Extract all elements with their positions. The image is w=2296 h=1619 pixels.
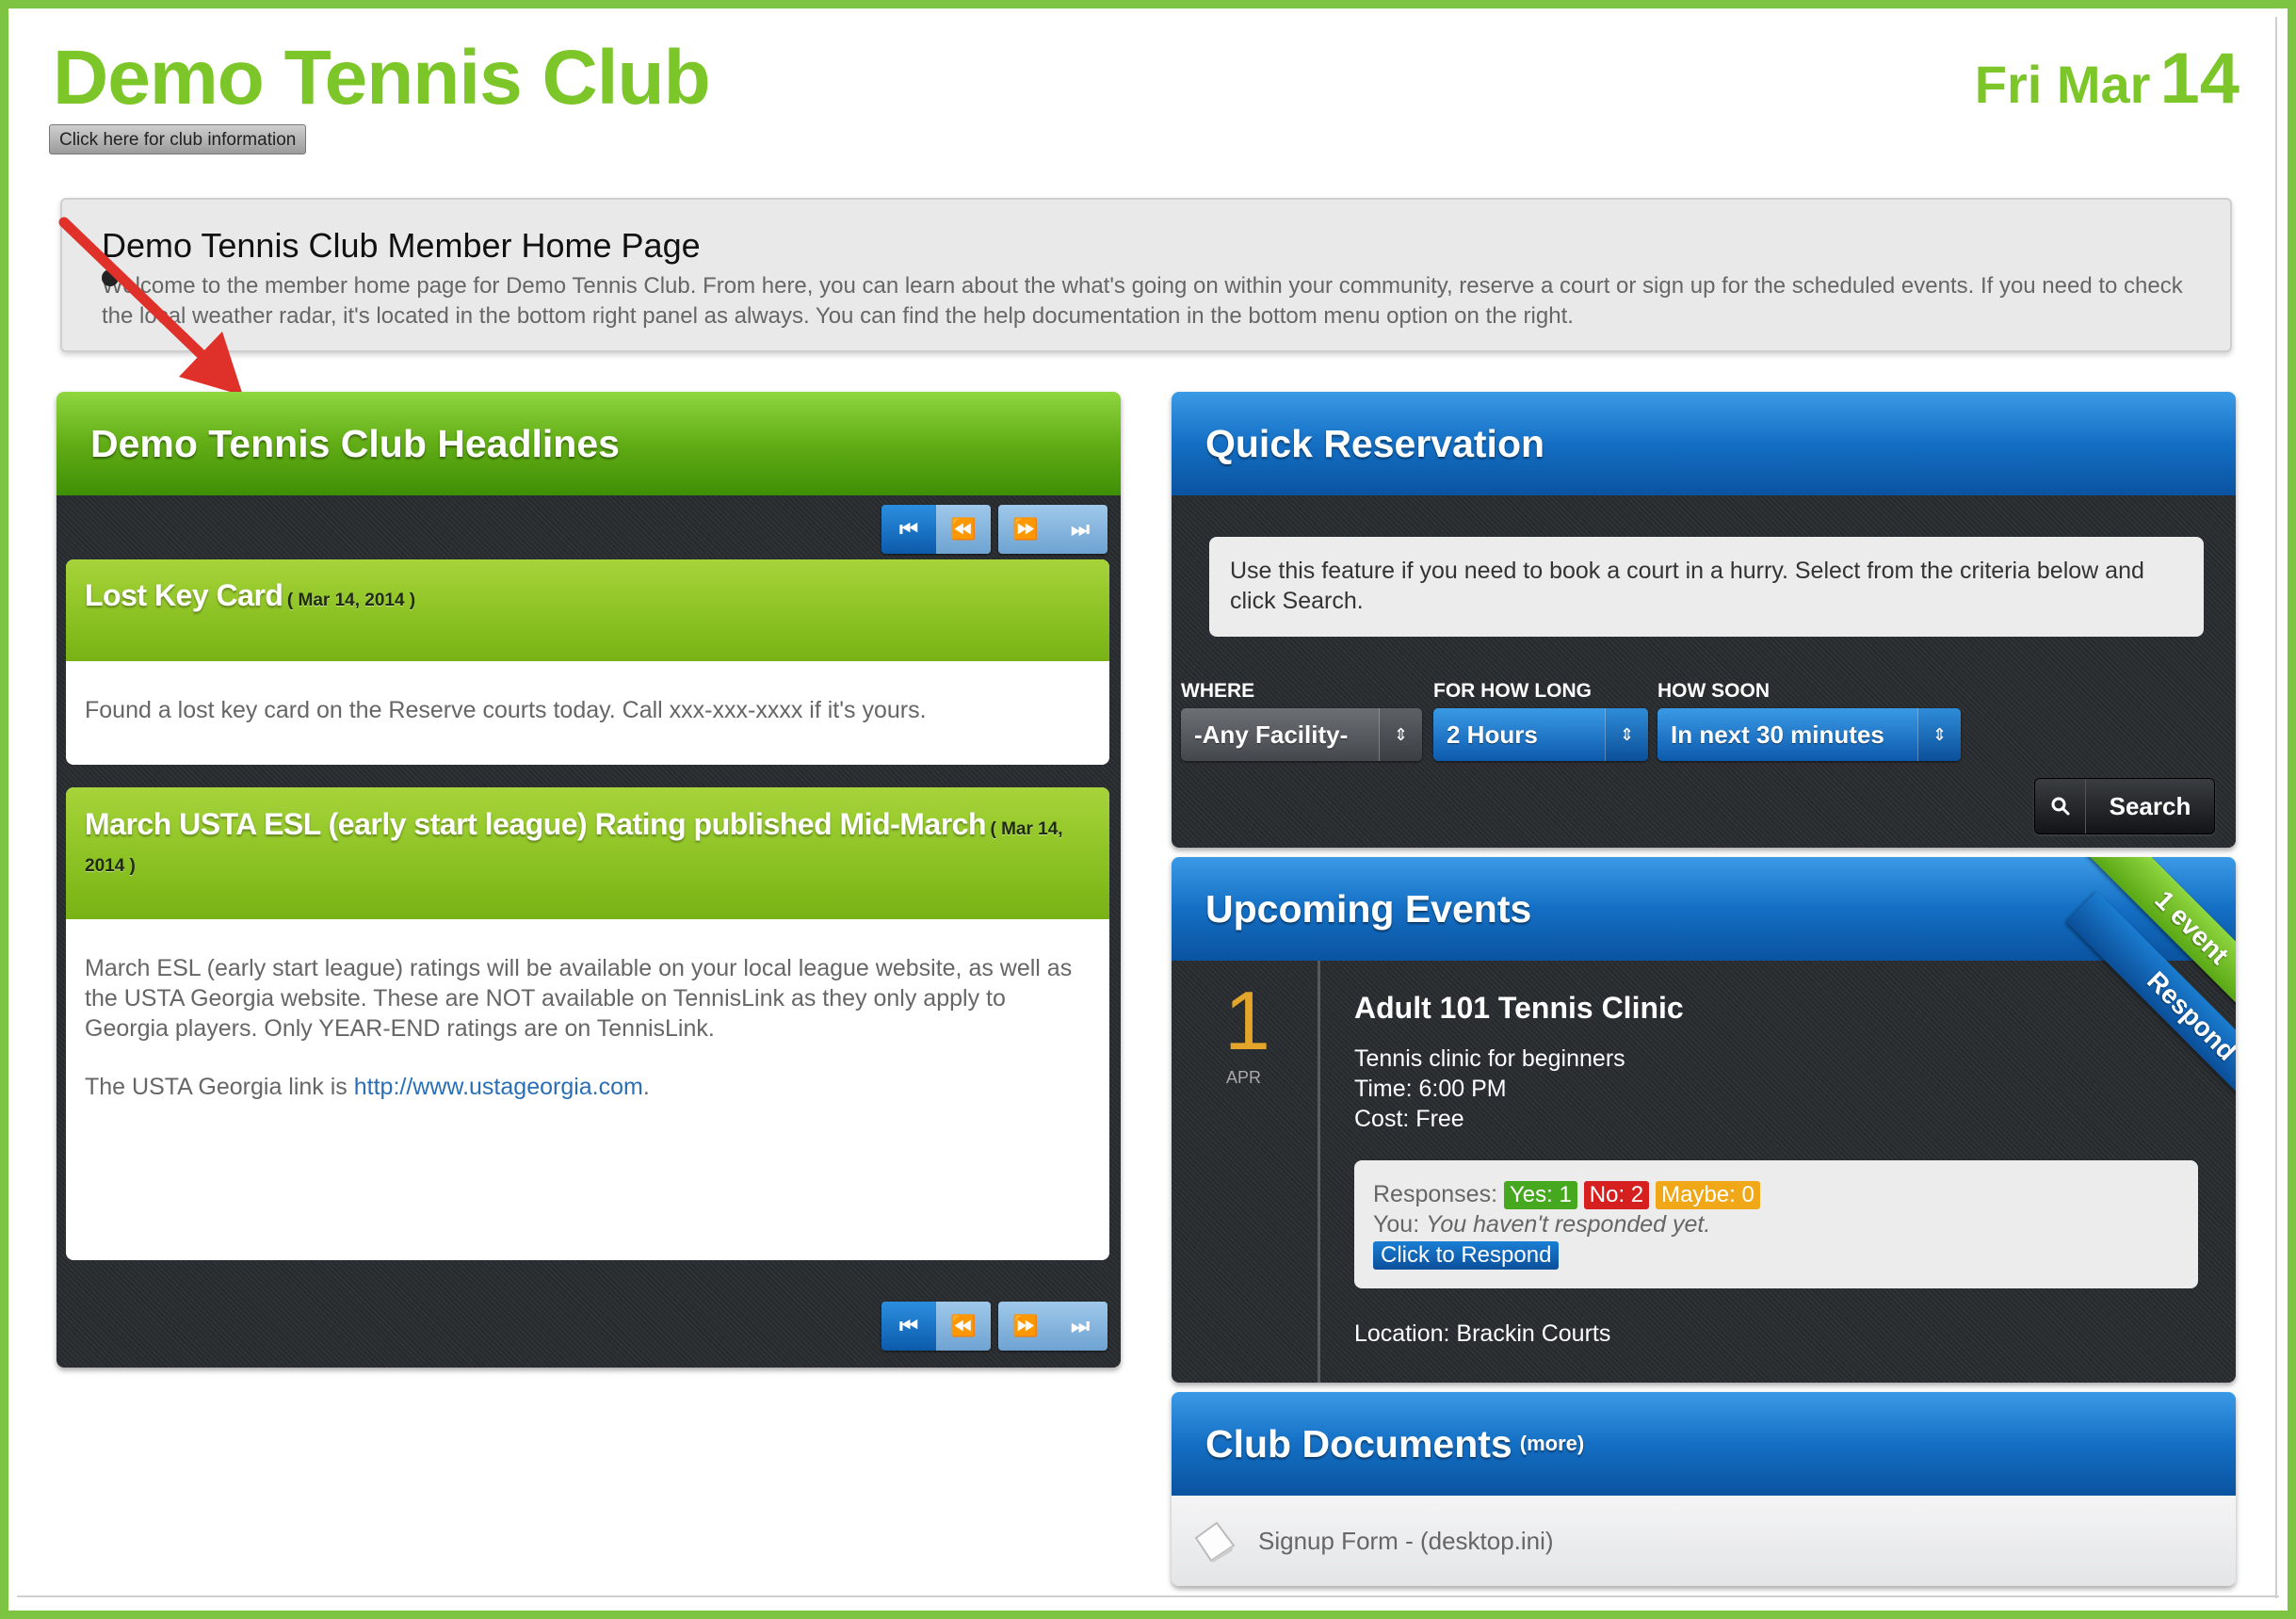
event-date-column: 1 APR [1172, 961, 1320, 1383]
event-day: 1 [1224, 974, 1270, 1067]
headlines-title: Demo Tennis Club Headlines [57, 392, 1121, 495]
headline-body: March ESL (early start league) ratings w… [66, 919, 1109, 1102]
next-page-icon[interactable]: ⏩ [998, 1302, 1053, 1351]
upcoming-events-body: 1 APR Adult 101 Tennis Clinic Tennis cli… [1172, 961, 2236, 1383]
club-documents-title: Club Documents [1205, 1421, 1512, 1465]
where-select[interactable]: -Any Facility- ⇕ [1181, 708, 1422, 761]
welcome-text: Welcome to the member home page for Demo… [102, 273, 2183, 329]
upcoming-events-panel: Upcoming Events 1 APR Adult 101 Tennis C… [1172, 857, 2236, 1383]
quick-reservation-note: Use this feature if you need to book a c… [1209, 537, 2204, 637]
headline-card: Lost Key Card ( Mar 14, 2014 ) Found a l… [66, 559, 1109, 765]
document-icon [1194, 1521, 1236, 1562]
link-suffix: . [642, 1074, 650, 1100]
event-description: Tennis clinic for beginners [1354, 1045, 1625, 1072]
club-title: Demo Tennis Club [53, 35, 711, 121]
updown-arrows-icon: ⇕ [1379, 708, 1422, 761]
yes-count-badge: Yes: 1 [1503, 1181, 1577, 1209]
headline-header[interactable]: March USTA ESL (early start league) Rati… [66, 787, 1109, 919]
event-title[interactable]: Adult 101 Tennis Clinic [1354, 991, 1684, 1026]
document-name[interactable]: Signup Form - (desktop.ini) [1258, 1527, 1554, 1556]
club-info-button[interactable]: Click here for club information [49, 124, 307, 154]
where-value: -Any Facility- [1194, 720, 1349, 749]
headline-link-line: The USTA Georgia link is http://www.usta… [85, 1072, 1091, 1102]
search-button[interactable]: Search [2034, 778, 2215, 834]
how-soon-label: HOW SOON [1657, 680, 1770, 702]
ustageorgia-link[interactable]: http://www.ustageorgia.com [354, 1074, 643, 1100]
last-page-icon[interactable]: ⏭ [1053, 1302, 1108, 1351]
upcoming-events-title: Upcoming Events [1172, 857, 2236, 961]
document-item[interactable]: Signup Form - (desktop.ini) [1172, 1496, 2236, 1586]
quick-reservation-body: Use this feature if you need to book a c… [1172, 495, 2236, 848]
quick-reservation-title: Quick Reservation [1172, 392, 2236, 495]
date-day-month: Fri Mar [1974, 55, 2151, 114]
club-documents-panel: Club Documents (more) Signup Form - (des… [1172, 1392, 2236, 1586]
headline-card: March USTA ESL (early start league) Rati… [66, 787, 1109, 1260]
divider [17, 1595, 2279, 1597]
date-day: 14 [2159, 39, 2239, 119]
last-page-icon[interactable]: ⏭ [1053, 505, 1108, 554]
headline-header[interactable]: Lost Key Card ( Mar 14, 2014 ) [66, 559, 1109, 661]
divider [2275, 17, 2277, 1598]
first-page-icon[interactable]: ⏮ [881, 1302, 936, 1351]
current-date: Fri Mar 14 [1975, 38, 2239, 120]
event-details: Tennis clinic for beginners Time: 6:00 P… [1354, 1044, 1625, 1134]
next-page-icon[interactable]: ⏩ [998, 505, 1053, 554]
search-label: Search [2109, 791, 2191, 820]
annotation-arrow-icon [58, 217, 243, 396]
how-soon-value: In next 30 minutes [1671, 720, 1884, 749]
headlines-pager-top: ⏮ ⏪ ⏩ ⏭ [881, 505, 1108, 554]
headline-paragraph: March ESL (early start league) ratings w… [85, 955, 1073, 1042]
welcome-title: Demo Tennis Club Member Home Page [102, 226, 701, 265]
link-prefix: The USTA Georgia link is [85, 1074, 354, 1100]
pager-group-next: ⏩ ⏭ [998, 505, 1108, 554]
headlines-panel: Demo Tennis Club Headlines ⏮ ⏪ ⏩ ⏭ Lost … [57, 392, 1121, 1368]
no-count-badge: No: 2 [1583, 1181, 1650, 1209]
maybe-count-badge: Maybe: 0 [1656, 1181, 1760, 1209]
updown-arrows-icon: ⇕ [1917, 708, 1961, 761]
headline-date: ( Mar 14, 2014 ) [286, 591, 416, 610]
pager-group-prev: ⏮ ⏪ [881, 1302, 991, 1351]
responses-label: Responses: [1373, 1181, 1498, 1207]
event-location: Location: Brackin Courts [1354, 1320, 1611, 1347]
club-documents-header: Club Documents (more) [1172, 1392, 2236, 1496]
search-icon [2035, 779, 2086, 834]
headline-title[interactable]: March USTA ESL (early start league) Rati… [85, 807, 987, 841]
how-long-label: FOR HOW LONG [1433, 680, 1592, 702]
event-month: APR [1226, 1068, 1262, 1087]
how-soon-select[interactable]: In next 30 minutes ⇕ [1657, 708, 1961, 761]
previous-page-icon[interactable]: ⏪ [936, 1302, 991, 1351]
event-responses-box: Responses: Yes: 1 No: 2 Maybe: 0 You: Yo… [1354, 1160, 2198, 1288]
how-long-select[interactable]: 2 Hours ⇕ [1433, 708, 1648, 761]
you-row: You: You haven't responded yet. [1373, 1209, 2179, 1239]
you-status: You haven't responded yet. [1426, 1211, 1711, 1238]
click-to-respond-button[interactable]: Click to Respond [1373, 1241, 1560, 1270]
headline-body: Found a lost key card on the Reserve cou… [85, 697, 927, 723]
responses-row: Responses: Yes: 1 No: 2 Maybe: 0 [1373, 1179, 2179, 1209]
previous-page-icon[interactable]: ⏪ [936, 505, 991, 554]
first-page-icon[interactable]: ⏮ [881, 505, 936, 554]
updown-arrows-icon: ⇕ [1605, 708, 1648, 761]
more-documents-link[interactable]: (more) [1520, 1432, 1584, 1456]
welcome-box: Demo Tennis Club Member Home Page Welcom… [60, 198, 2232, 352]
how-long-value: 2 Hours [1447, 720, 1538, 749]
headlines-pager-bottom: ⏮ ⏪ ⏩ ⏭ [881, 1302, 1108, 1351]
headlines-body: ⏮ ⏪ ⏩ ⏭ Lost Key Card ( Mar 14, 2014 ) F… [57, 495, 1121, 1368]
event-time: Time: 6:00 PM [1354, 1076, 1507, 1102]
headline-title[interactable]: Lost Key Card [85, 578, 283, 612]
event-cost: Cost: Free [1354, 1106, 1464, 1132]
pager-group-next: ⏩ ⏭ [998, 1302, 1108, 1351]
pager-group-prev: ⏮ ⏪ [881, 505, 991, 554]
you-label: You: [1373, 1211, 1420, 1238]
quick-reservation-panel: Quick Reservation Use this feature if yo… [1172, 392, 2236, 848]
where-label: WHERE [1181, 680, 1255, 702]
